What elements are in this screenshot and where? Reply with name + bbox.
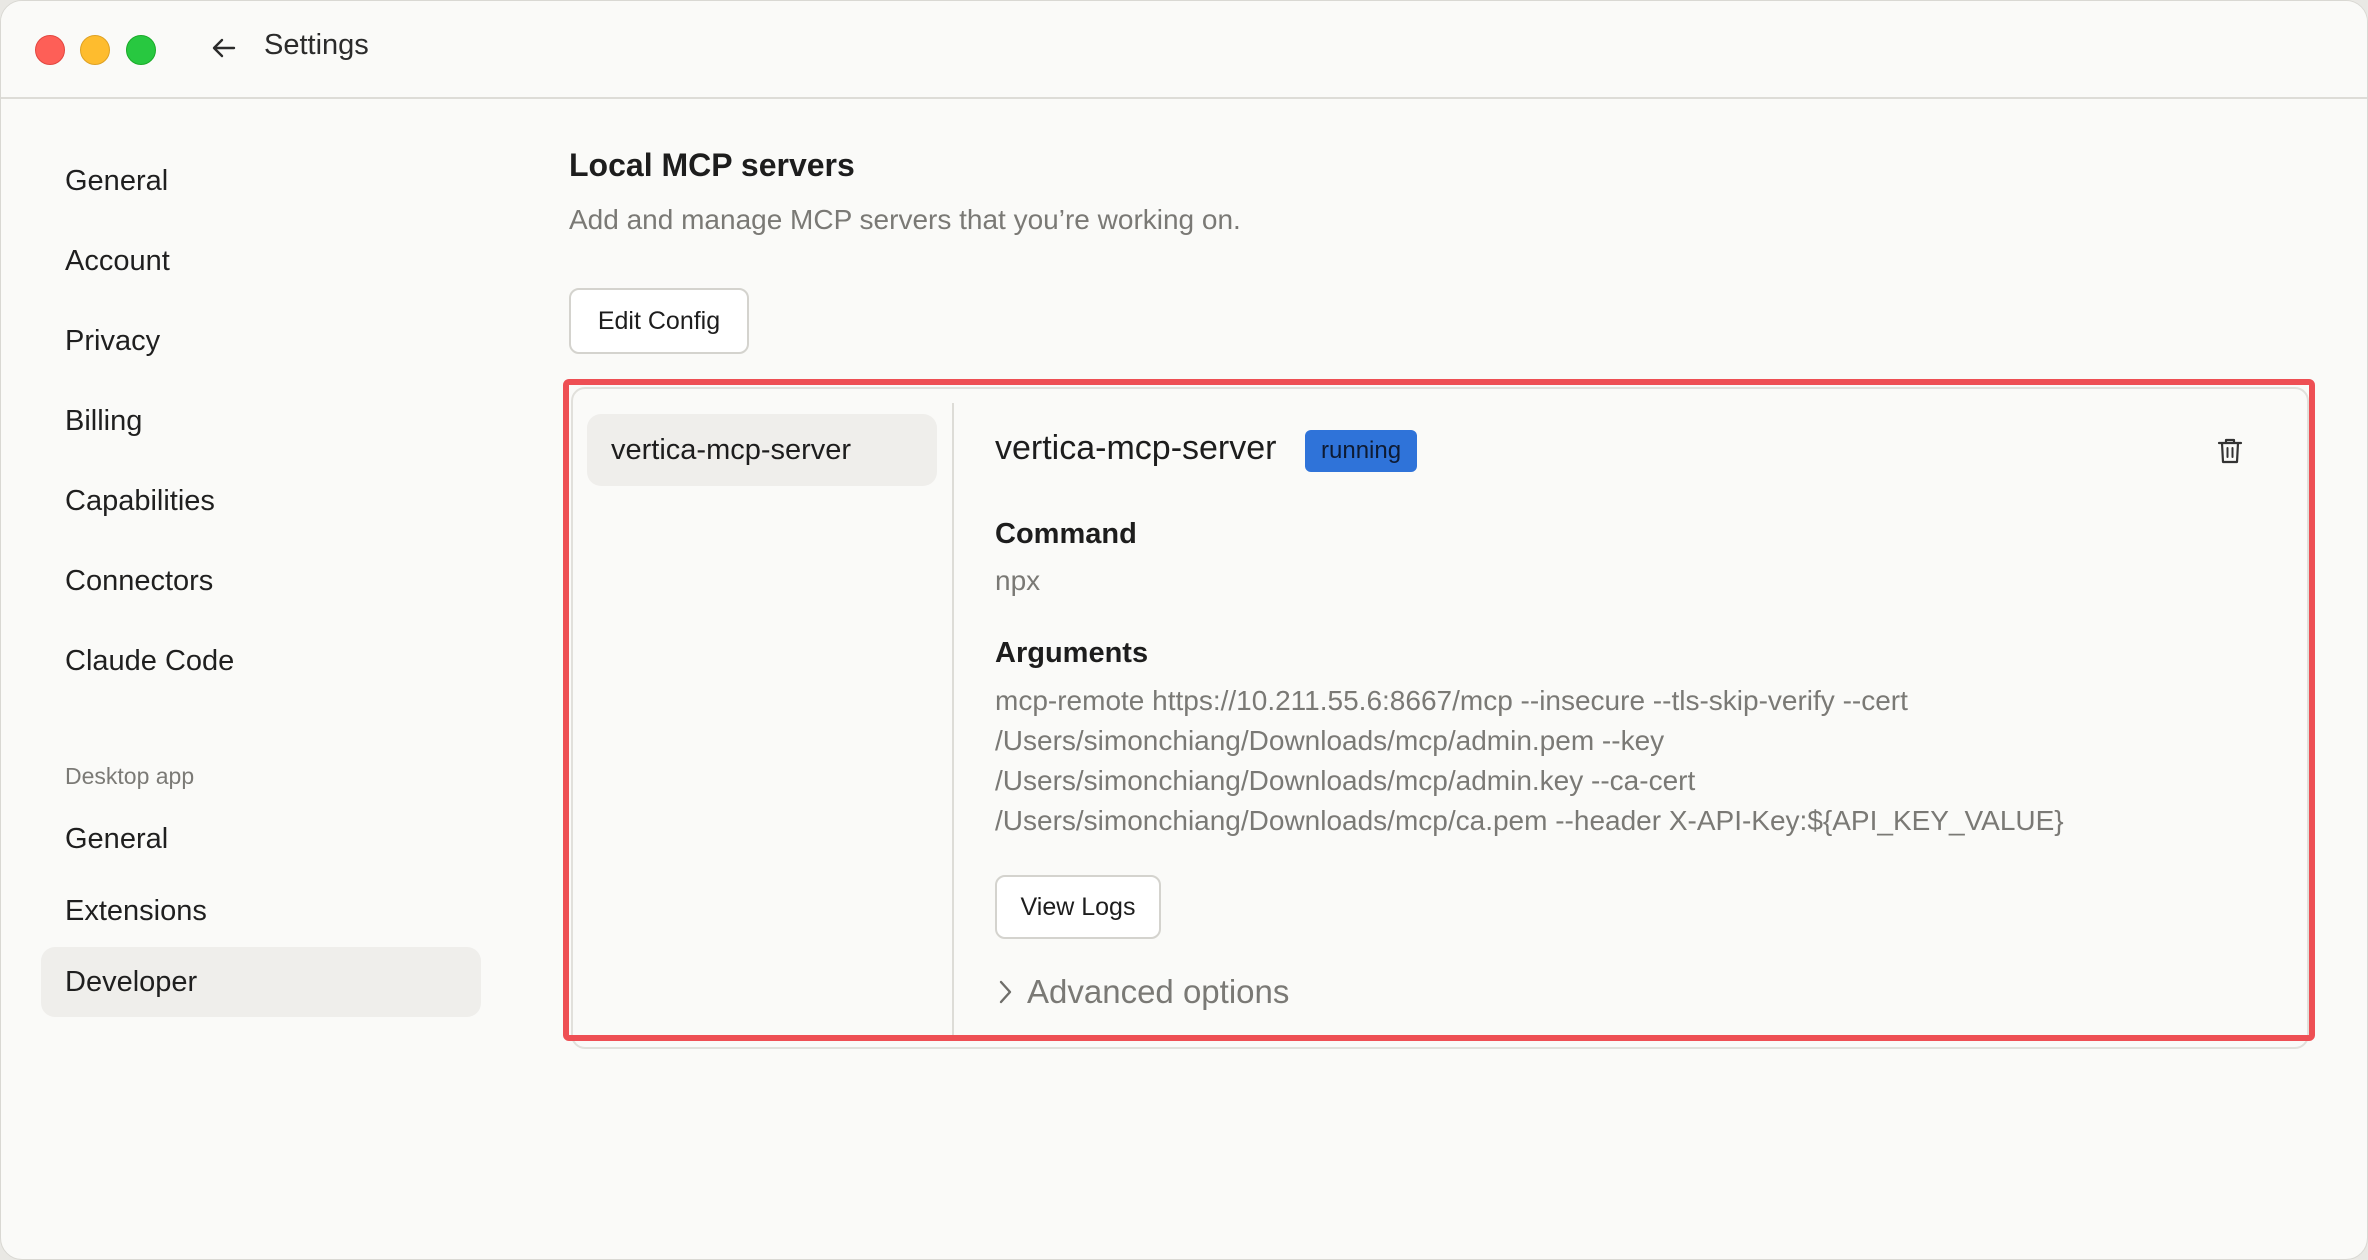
sidebar-item-privacy[interactable]: Privacy bbox=[41, 306, 481, 376]
status-badge: running bbox=[1305, 430, 1418, 472]
window-title: Settings bbox=[264, 29, 369, 61]
arguments-line: /Users/simonchiang/Downloads/mcp/ca.pem … bbox=[995, 805, 2064, 836]
sidebar-item-connectors[interactable]: Connectors bbox=[41, 546, 481, 616]
page-title: Local MCP servers bbox=[569, 147, 855, 183]
arrow-left-icon bbox=[212, 38, 236, 58]
panel-divider bbox=[952, 403, 954, 1035]
trash-icon bbox=[2217, 438, 2243, 464]
back-button[interactable] bbox=[207, 31, 241, 65]
sidebar-item-capabilities[interactable]: Capabilities bbox=[41, 466, 481, 536]
window-maximize-button[interactable] bbox=[126, 35, 156, 65]
arguments-line: mcp-remote https://10.211.55.6:8667/mcp … bbox=[995, 685, 1908, 716]
advanced-options-toggle[interactable]: Advanced options bbox=[997, 973, 1289, 1011]
sidebar-item-account[interactable]: Account bbox=[41, 226, 481, 296]
arguments-line: /Users/simonchiang/Downloads/mcp/admin.p… bbox=[995, 725, 1665, 756]
sidebar-item-general[interactable]: General bbox=[41, 146, 481, 216]
mcp-servers-panel bbox=[571, 387, 2309, 1049]
arguments-label: Arguments bbox=[995, 637, 1149, 669]
server-detail-name: vertica-mcp-server bbox=[995, 429, 1277, 467]
edit-config-button[interactable]: Edit Config bbox=[569, 288, 749, 354]
command-value: npx bbox=[995, 565, 1041, 596]
sidebar-item-extensions[interactable]: Extensions bbox=[41, 876, 481, 946]
chevron-right-icon bbox=[999, 980, 1012, 1004]
sidebar-item-desktop-general[interactable]: General bbox=[41, 804, 481, 874]
view-logs-button[interactable]: View Logs bbox=[995, 875, 1161, 939]
title-bar: Settings bbox=[1, 1, 2367, 99]
server-list-item[interactable]: vertica-mcp-server bbox=[587, 414, 937, 486]
command-label: Command bbox=[995, 518, 1137, 550]
sidebar-item-claude-code[interactable]: Claude Code bbox=[41, 626, 481, 696]
delete-server-button[interactable] bbox=[2213, 433, 2247, 469]
sidebar-section-desktop-app: Desktop app bbox=[65, 763, 195, 789]
advanced-options-label: Advanced options bbox=[1027, 973, 1290, 1010]
settings-window: Settings General Account Privacy Billing… bbox=[0, 0, 2368, 1260]
page-subtitle: Add and manage MCP servers that you’re w… bbox=[569, 204, 1241, 235]
sidebar-item-billing[interactable]: Billing bbox=[41, 386, 481, 456]
arguments-line: /Users/simonchiang/Downloads/mcp/admin.k… bbox=[995, 765, 1696, 796]
sidebar-item-developer[interactable]: Developer bbox=[41, 947, 481, 1017]
window-close-button[interactable] bbox=[35, 35, 65, 65]
window-minimize-button[interactable] bbox=[80, 35, 110, 65]
